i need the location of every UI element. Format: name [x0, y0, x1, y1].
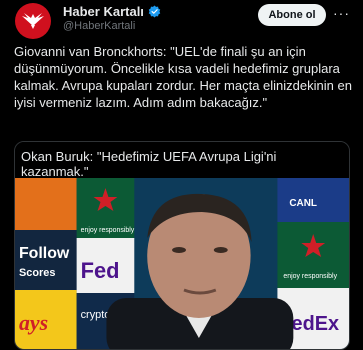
verified-badge-icon	[148, 5, 161, 18]
backdrop-text-enjoy-left: enjoy responsibly	[81, 227, 135, 234]
press-conference-photo: Follow Scores Fed FedEx enjoy responsibl…	[15, 178, 349, 349]
media-caption: Okan Buruk: "Hedefimiz UEFA Avrupa Ligi'…	[15, 142, 349, 179]
backdrop-text-fed: Fed	[81, 258, 120, 283]
tweet-media[interactable]: Okan Buruk: "Hedefimiz UEFA Avrupa Ligi'…	[14, 141, 350, 350]
backdrop-panel-orange	[15, 178, 77, 230]
account-name[interactable]: Haber Kartalı	[63, 4, 144, 19]
person-eye-left	[172, 247, 186, 253]
account-handle[interactable]: @HaberKartali	[63, 20, 135, 32]
backdrop-text-lays: ays	[19, 310, 48, 335]
person-eye-right	[213, 247, 228, 253]
backdrop-text-canli: CANL	[289, 198, 317, 209]
eagle-logo-icon	[22, 13, 44, 29]
tweet-text: Giovanni van Bronckhorts: "UEL'de finali…	[14, 44, 352, 110]
more-options-icon[interactable]: ···	[333, 5, 350, 21]
follow-button[interactable]: Abone ol	[258, 4, 326, 26]
backdrop-text-enjoy-right: enjoy responsibly	[283, 273, 337, 280]
backdrop-text-scores: Scores	[19, 267, 55, 279]
avatar[interactable]	[15, 3, 51, 39]
tweet-header: Haber Kartalı @HaberKartali Abone ol ···	[0, 0, 363, 39]
backdrop-text-follow: Follow	[19, 245, 70, 262]
